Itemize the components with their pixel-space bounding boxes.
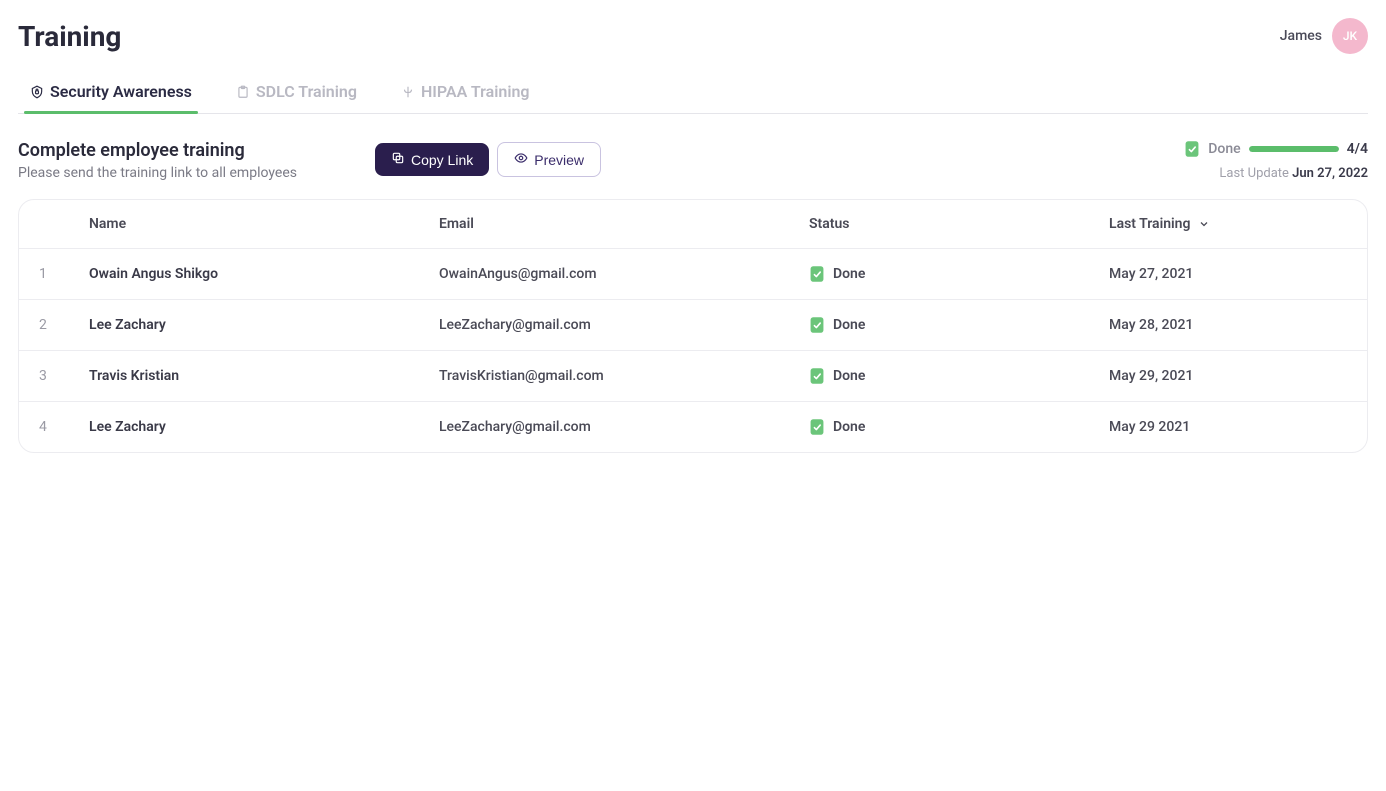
status-label: Done: [833, 368, 865, 384]
last-update-label: Last Update: [1219, 166, 1289, 181]
section-subtitle: Please send the training link to all emp…: [18, 165, 297, 181]
last-update: Last Update Jun 27, 2022: [1184, 166, 1368, 181]
row-index: 1: [39, 266, 89, 282]
col-index: [39, 216, 89, 232]
row-name: Lee Zachary: [89, 419, 439, 435]
status-label: Done: [833, 419, 865, 435]
row-date: May 29 2021: [1109, 419, 1347, 435]
col-email-header: Email: [439, 216, 809, 232]
document-check-icon: [809, 316, 825, 334]
avatar[interactable]: JK: [1332, 18, 1368, 54]
row-date: May 27, 2021: [1109, 266, 1347, 282]
lock-shield-icon: [30, 85, 44, 99]
row-index: 3: [39, 368, 89, 384]
document-check-icon: [809, 265, 825, 283]
table-row[interactable]: 2Lee ZacharyLeeZachary@gmail.com Done May …: [19, 300, 1367, 351]
content-header: Complete employee training Please send t…: [18, 140, 1368, 181]
row-email: LeeZachary@gmail.com: [439, 317, 809, 333]
table-row[interactable]: 3Travis KristianTravisKristian@gmail.com…: [19, 351, 1367, 402]
row-status: Done: [809, 316, 1109, 334]
row-name: Lee Zachary: [89, 317, 439, 333]
progress-bar: [1249, 146, 1339, 152]
medical-icon: [401, 85, 415, 99]
status-label: Done: [833, 317, 865, 333]
row-status: Done: [809, 367, 1109, 385]
table-header: Name Email Status Last Training: [19, 200, 1367, 249]
tab-label: Security Awareness: [50, 82, 192, 101]
tab-label: HIPAA Training: [421, 82, 530, 101]
col-status-header: Status: [809, 216, 1109, 232]
row-date: May 28, 2021: [1109, 317, 1347, 333]
row-index: 4: [39, 419, 89, 435]
section-heading: Complete employee training Please send t…: [18, 140, 297, 181]
row-name: Travis Kristian: [89, 368, 439, 384]
done-label: Done: [1208, 141, 1240, 157]
table-body: 1Owain Angus ShikgoOwainAngus@gmail.com D…: [19, 249, 1367, 452]
copy-icon: [391, 151, 405, 168]
chevron-down-icon: [1198, 218, 1210, 230]
content-right: Done 4/4 Last Update Jun 27, 2022: [1184, 140, 1368, 181]
progress-fill: [1249, 146, 1339, 152]
copy-link-button[interactable]: Copy Link: [375, 143, 489, 176]
document-check-icon: [1184, 140, 1200, 158]
row-email: OwainAngus@gmail.com: [439, 266, 809, 282]
content-left: Complete employee training Please send t…: [18, 140, 601, 181]
col-name-header: Name: [89, 216, 439, 232]
clipboard-icon: [236, 85, 250, 99]
tab-sdlc-training[interactable]: SDLC Training: [230, 74, 363, 113]
row-date: May 29, 2021: [1109, 368, 1347, 384]
header-bar: Training James JK: [18, 18, 1368, 54]
document-check-icon: [809, 418, 825, 436]
preview-label: Preview: [534, 152, 584, 168]
eye-icon: [514, 151, 528, 168]
col-last-training-header[interactable]: Last Training: [1109, 216, 1347, 232]
last-training-label: Last Training: [1109, 216, 1190, 232]
status-label: Done: [833, 266, 865, 282]
user-area[interactable]: James JK: [1280, 18, 1368, 54]
row-index: 2: [39, 317, 89, 333]
page-title: Training: [18, 20, 121, 53]
tabs: Security Awareness SDLC Training HIPAA T…: [18, 74, 1368, 114]
preview-button[interactable]: Preview: [497, 142, 601, 177]
summary-status-row: Done 4/4: [1184, 140, 1368, 158]
last-update-date: Jun 27, 2022: [1292, 166, 1368, 181]
table-row[interactable]: 4Lee ZacharyLeeZachary@gmail.com Done May …: [19, 402, 1367, 452]
section-title: Complete employee training: [18, 140, 297, 161]
action-buttons: Copy Link Preview: [375, 142, 601, 177]
tab-hipaa-training[interactable]: HIPAA Training: [395, 74, 536, 113]
row-name: Owain Angus Shikgo: [89, 266, 439, 282]
copy-link-label: Copy Link: [411, 152, 473, 168]
row-email: LeeZachary@gmail.com: [439, 419, 809, 435]
row-status: Done: [809, 265, 1109, 283]
row-status: Done: [809, 418, 1109, 436]
employees-table: Name Email Status Last Training 1Owain A…: [18, 199, 1368, 453]
tab-label: SDLC Training: [256, 82, 357, 101]
row-email: TravisKristian@gmail.com: [439, 368, 809, 384]
user-name: James: [1280, 28, 1322, 44]
progress-text: 4/4: [1347, 141, 1368, 157]
document-check-icon: [809, 367, 825, 385]
tab-security-awareness[interactable]: Security Awareness: [24, 74, 198, 113]
table-row[interactable]: 1Owain Angus ShikgoOwainAngus@gmail.com D…: [19, 249, 1367, 300]
